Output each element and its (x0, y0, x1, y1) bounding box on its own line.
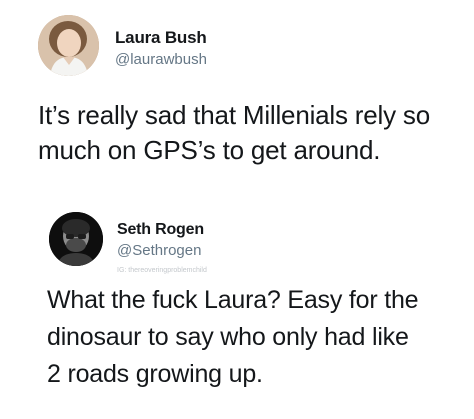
tweet-text: What the fuck Laura? Easy for the dinosa… (47, 286, 419, 388)
author-handle[interactable]: @Sethrogen (117, 242, 201, 259)
man-portrait-icon (49, 212, 103, 266)
watermark-text: IG: thereoveringproblemchild (117, 267, 207, 274)
author-handle[interactable]: @laurawbush (115, 51, 207, 68)
author-name[interactable]: Seth Rogen (117, 221, 204, 239)
avatar-seth-rogen[interactable] (49, 212, 103, 266)
tweet-text: It’s really sad that Millenials rely so … (38, 100, 430, 165)
author-name[interactable]: Laura Bush (115, 28, 207, 48)
woman-portrait-icon (38, 15, 99, 76)
avatar-laura-bush[interactable] (38, 15, 99, 76)
